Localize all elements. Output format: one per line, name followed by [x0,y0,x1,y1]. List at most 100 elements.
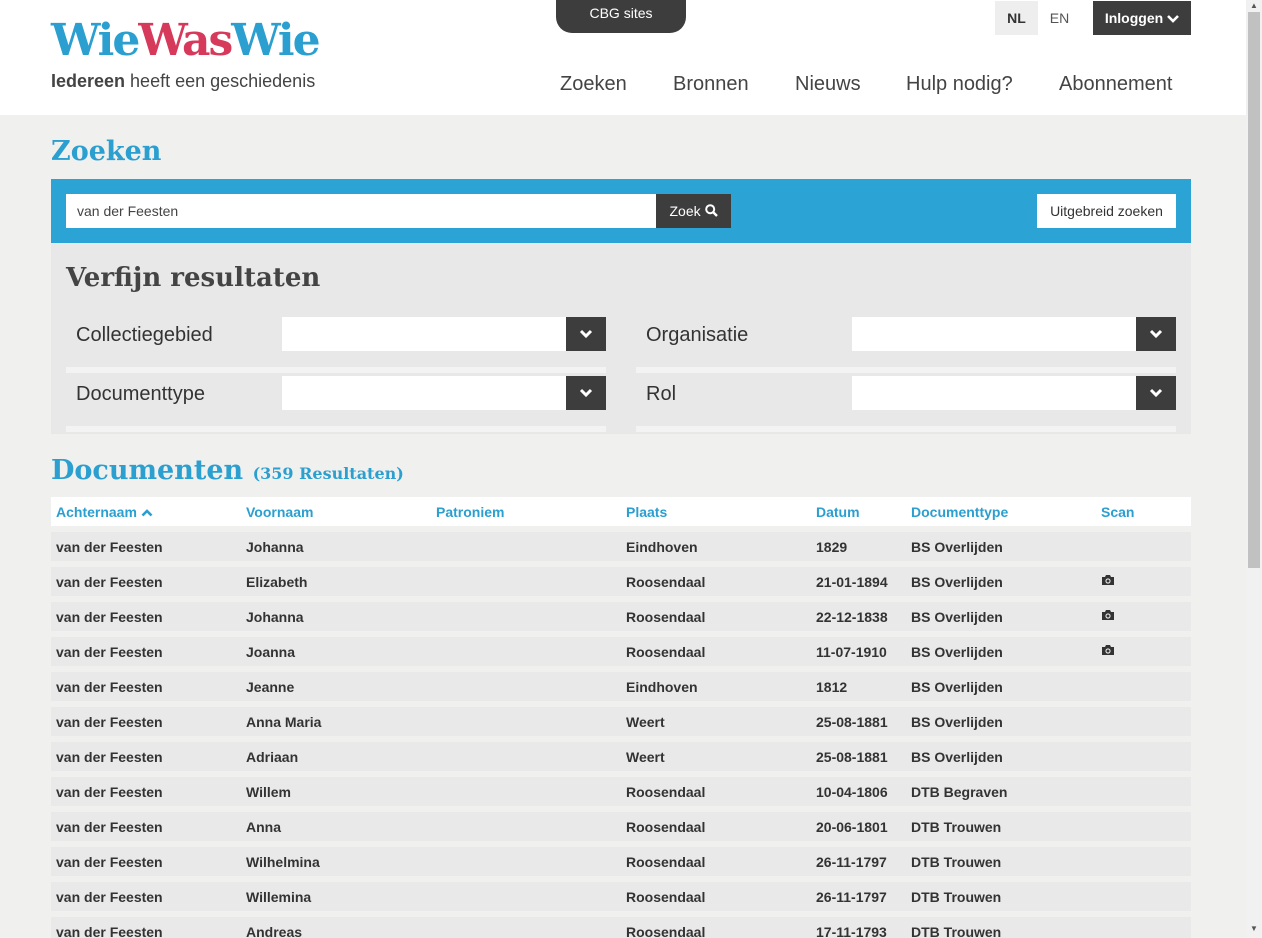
col-voornaam[interactable]: Voornaam [246,504,313,520]
cell-achternaam: van der Feesten [56,889,163,905]
results-table: Achternaam Voornaam Patroniem Plaats Dat… [51,497,1191,938]
search-input[interactable] [66,194,656,228]
cell-documenttype: BS Overlijden [911,644,1003,660]
search-button[interactable]: Zoek [656,194,731,228]
refine-title: Verfijn resultaten [66,263,321,293]
documents-title: Documenten (359 Resultaten) [51,455,404,486]
search-button-label: Zoek [669,203,701,219]
col-documenttype[interactable]: Documenttype [911,504,1008,520]
documenttype-select[interactable] [282,376,566,410]
cell-plaats: Roosendaal [626,574,706,590]
table-row[interactable]: van der Feesten Anna Maria Weert 25-08-1881… [51,707,1191,736]
filter-divider [636,367,1176,373]
nav-nieuws[interactable]: Nieuws [795,73,861,96]
cell-datum: 1812 [816,679,848,695]
table-row[interactable]: van der Feesten Jeanne Eindhoven 1812 BS Ove… [51,672,1191,701]
cell-documenttype: DTB Trouwen [911,889,1002,905]
scrollbar-thumb[interactable] [1248,12,1260,568]
table-row[interactable]: van der Feesten Elizabeth Roosendaal 21-01-… [51,567,1191,596]
cell-datum: 21-01-1894 [816,574,888,590]
scroll-up-arrow-icon[interactable]: ▲ [1246,0,1262,12]
scroll-down-arrow-icon[interactable]: ▼ [1246,922,1262,936]
filter-documenttype: Documenttype [66,376,606,432]
site-header: Wie Was Wie Iedereen heeft een geschiede… [0,0,1246,115]
cell-documenttype: BS Overlijden [911,609,1003,625]
nav-bronnen[interactable]: Bronnen [673,73,749,96]
cell-plaats: Roosendaal [626,889,706,905]
table-row[interactable]: van der Feesten Wilhelmina Roosendaal 26-11… [51,847,1191,876]
cbg-sites-button[interactable]: CBG sites [556,0,686,33]
sort-up-icon [141,509,153,517]
tagline-bold: Iedereen [51,71,126,91]
cell-plaats: Roosendaal [626,609,706,625]
collectiegebied-select[interactable] [282,317,566,351]
filter-divider [66,426,606,432]
cell-voornaam: Adriaan [246,749,299,765]
table-row[interactable]: van der Feesten Willemina Roosendaal 26-11-… [51,882,1191,911]
cell-achternaam: van der Feesten [56,644,163,660]
camera-icon[interactable] [1101,574,1115,586]
tagline-rest: heeft een geschiedenis [125,71,316,91]
lang-nl-button[interactable]: NL [995,1,1038,35]
cell-voornaam: Elizabeth [246,574,308,590]
nav-zoeken[interactable]: Zoeken [560,73,627,96]
logo[interactable]: Wie Was Wie [51,15,321,66]
cell-datum: 25-08-1881 [816,749,888,765]
cell-datum: 26-11-1797 [816,889,887,905]
cell-voornaam: Johanna [246,609,304,625]
col-achternaam[interactable]: Achternaam [56,504,153,520]
rol-select[interactable] [852,376,1136,410]
cell-documenttype: DTB Trouwen [911,819,1002,835]
cell-datum: 26-11-1797 [816,854,887,870]
search-bar: Zoek Uitgebreid zoeken [51,179,1191,243]
cell-plaats: Weert [626,714,665,730]
table-row[interactable]: van der Feesten Adriaan Weert 25-08-1881 BS … [51,742,1191,771]
cell-documenttype: BS Overlijden [911,539,1003,555]
cell-achternaam: van der Feesten [56,749,163,765]
cell-datum: 20-06-1801 [816,819,888,835]
table-row[interactable]: van der Feesten Joanna Roosendaal 11-07-191… [51,637,1191,666]
col-plaats[interactable]: Plaats [626,504,667,520]
table-row[interactable]: van der Feesten Johanna Roosendaal 22-12-18… [51,602,1191,631]
login-button[interactable]: Inloggen [1093,1,1191,35]
table-row[interactable]: van der Feesten Willem Roosendaal 10-04-180… [51,777,1191,806]
cell-achternaam: van der Feesten [56,609,163,625]
page-title: Zoeken [51,136,162,167]
table-row[interactable]: van der Feesten Andreas Roosendaal 17-11-17… [51,917,1191,938]
login-label: Inloggen [1104,10,1164,26]
advanced-search-button[interactable]: Uitgebreid zoeken [1037,194,1176,228]
lang-en-button[interactable]: EN [1038,1,1081,35]
cell-plaats: Eindhoven [626,679,698,695]
cell-achternaam: van der Feesten [56,784,163,800]
cell-datum: 17-11-1793 [816,924,887,938]
col-datum[interactable]: Datum [816,504,860,520]
search-icon [704,204,718,217]
cell-documenttype: DTB Begraven [911,784,1008,800]
cell-voornaam: Willem [246,784,291,800]
camera-icon[interactable] [1101,644,1115,656]
refine-panel: Verfijn resultaten Collectiegebied Organ… [51,243,1191,434]
cell-voornaam: Willemina [246,889,312,905]
cell-plaats: Weert [626,749,665,765]
nav-hulp[interactable]: Hulp nodig? [906,73,1013,96]
cell-plaats: Roosendaal [626,924,706,938]
organisatie-select[interactable] [852,317,1136,351]
chevron-down-icon[interactable] [566,376,606,410]
logo-part-1: Wie [51,15,140,66]
chevron-down-icon[interactable] [1136,376,1176,410]
chevron-down-icon[interactable] [566,317,606,351]
nav-abonnement[interactable]: Abonnement [1059,73,1172,96]
cell-achternaam: van der Feesten [56,819,163,835]
table-row[interactable]: van der Feesten Anna Roosendaal 20-06-1801 D… [51,812,1191,841]
table-row[interactable]: van der Feesten Johanna Eindhoven 1829 BS Ov… [51,532,1191,561]
col-patroniem[interactable]: Patroniem [436,504,504,520]
cell-datum: 1829 [816,539,848,555]
cell-documenttype: BS Overlijden [911,714,1003,730]
cell-achternaam: van der Feesten [56,539,163,555]
cell-documenttype: BS Overlijden [911,749,1003,765]
cell-plaats: Roosendaal [626,854,706,870]
table-header: Achternaam Voornaam Patroniem Plaats Dat… [51,497,1191,526]
col-scan[interactable]: Scan [1101,504,1134,520]
chevron-down-icon[interactable] [1136,317,1176,351]
camera-icon[interactable] [1101,609,1115,621]
